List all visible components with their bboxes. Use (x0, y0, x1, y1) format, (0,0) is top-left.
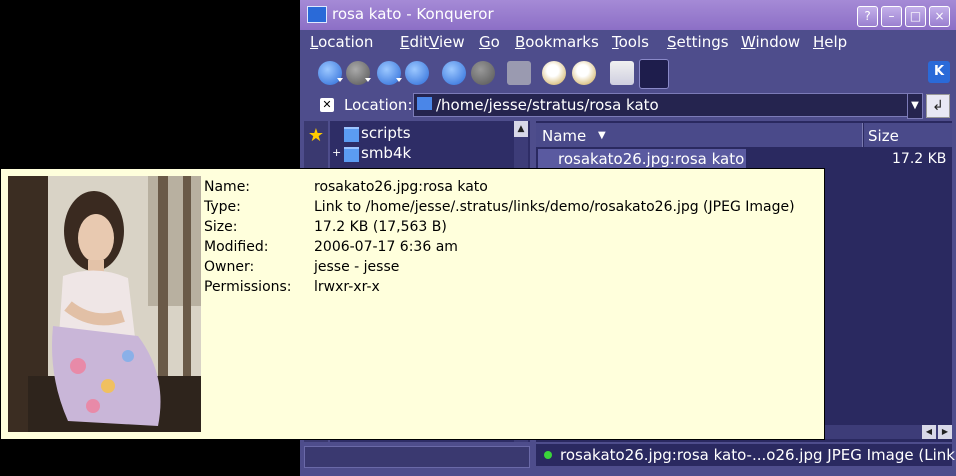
clear-location-icon[interactable]: ✕ (320, 98, 334, 112)
status-left-panel (304, 446, 530, 468)
up-dropdown-icon[interactable] (396, 78, 402, 82)
folder-icon (344, 127, 359, 142)
menu-settings[interactable]: Settings (667, 33, 729, 51)
tooltip-field-value: lrwxr-xr-x (314, 279, 380, 295)
bookmarks-star-icon[interactable]: ★ (306, 126, 326, 146)
menu-label-rest: iew (438, 33, 465, 51)
detail-view-icon[interactable] (639, 59, 669, 89)
menu-bookmarks[interactable]: Bookmarks (515, 33, 599, 51)
menu-label-rest: ools (618, 33, 649, 51)
menu-window[interactable]: Window (741, 33, 800, 51)
tooltip-field-value: jesse - jesse (314, 259, 400, 275)
menu-label-rest: indow (755, 33, 801, 51)
menu-accel: T (612, 33, 619, 51)
close-button[interactable]: × (929, 6, 950, 27)
menu-label-rest: ettings (676, 33, 729, 51)
window-title: rosa kato - Konqueror (332, 5, 494, 23)
sort-arrow-icon: ▼ (598, 130, 606, 141)
help-button[interactable]: ? (857, 6, 878, 27)
tooltip-field-label: Permissions: (204, 279, 292, 295)
menu-help[interactable]: Help (813, 33, 847, 51)
tree-item-label: smb4k (361, 144, 412, 162)
status-text: rosakato26.jpg:rosa kato-...o26.jpg JPEG… (560, 446, 956, 464)
home-icon[interactable] (405, 61, 429, 85)
scroll-left-icon[interactable]: ◀ (922, 425, 936, 439)
menu-label-rest: ookmarks (525, 33, 599, 51)
zoom-out-icon[interactable] (572, 61, 596, 85)
menu-location[interactable]: Location (310, 33, 373, 51)
back-dropdown-icon[interactable] (337, 78, 343, 82)
forward-dropdown-icon[interactable] (365, 78, 371, 82)
file-size: 17.2 KB (892, 151, 947, 167)
menu-accel: W (741, 33, 756, 51)
status-right-panel: rosakato26.jpg:rosa kato-...o26.jpg JPEG… (536, 444, 956, 466)
menu-accel: H (813, 33, 825, 51)
menu-accel: B (515, 33, 526, 51)
scroll-right-icon[interactable]: ▶ (938, 425, 952, 439)
column-header-name[interactable]: Name ▼ (536, 123, 863, 147)
menu-label-rest: dit (409, 33, 430, 51)
go-icon[interactable]: ↲ (926, 94, 950, 118)
status-bar: rosakato26.jpg:rosa kato-...o26.jpg JPEG… (300, 442, 956, 468)
tooltip-field-label: Modified: (204, 239, 269, 255)
zoom-in-icon[interactable] (542, 61, 566, 85)
stop-icon[interactable] (471, 61, 495, 85)
location-dropdown-icon[interactable]: ▼ (907, 93, 923, 119)
menu-accel: L (310, 33, 319, 51)
maximize-button[interactable]: □ (905, 6, 926, 27)
file-name: rosakato26.jpg:rosa kato (538, 149, 747, 169)
tree-item-label: scripts (361, 124, 411, 142)
print-icon[interactable] (507, 61, 531, 85)
tooltip-field-label: Type: (204, 199, 241, 215)
title-bar[interactable]: rosa kato - Konqueror ? – □ × (300, 0, 956, 30)
scroll-up-icon[interactable]: ▲ (514, 121, 528, 137)
location-bar: ✕ Location: /home/jesse/stratus/rosa kat… (300, 90, 956, 120)
file-tooltip: Name: rosakato26.jpg:rosa kato Type: Link t… (0, 168, 825, 440)
tooltip-field-label: Owner: (204, 259, 255, 275)
tooltip-field-value: 17.2 KB (17,563 B) (314, 219, 447, 235)
menu-accel: V (429, 33, 439, 51)
expand-icon[interactable]: + (332, 146, 341, 159)
column-name-label: Name (542, 127, 587, 145)
folder-icon (307, 6, 327, 23)
menu-edit[interactable]: Edit (400, 33, 429, 51)
menu-label-rest: elp (824, 33, 848, 51)
folder-icon (344, 147, 359, 162)
tooltip-field-value: 2006-07-17 6:36 am (314, 239, 458, 255)
image-thumbnail (8, 176, 201, 432)
tooltip-field-value: rosakato26.jpg:rosa kato (314, 179, 488, 195)
menu-view[interactable]: View (429, 33, 465, 51)
table-row[interactable]: rosakato26.jpg:rosa kato 17.2 KB (536, 149, 952, 169)
tooltip-field-value: Link to /home/jesse/.stratus/links/demo/… (314, 199, 795, 215)
tooltip-field-label: Name: (204, 179, 251, 195)
menu-go[interactable]: Go (479, 33, 500, 51)
menu-label-rest: ocation (318, 33, 374, 51)
icon-view-icon[interactable] (610, 61, 634, 85)
menu-accel: S (667, 33, 677, 51)
photo-preview (8, 176, 201, 432)
tooltip-field-label: Size: (204, 219, 238, 235)
reload-icon[interactable] (442, 61, 466, 85)
toolbar: K (300, 56, 956, 90)
menu-label-rest: o (490, 33, 500, 51)
folder-icon (417, 97, 432, 110)
menu-accel: G (479, 33, 491, 51)
column-size-label: Size (868, 127, 899, 145)
menu-bar: Location Edit View Go Bookmarks Tools Settings… (300, 30, 956, 56)
menu-tools[interactable]: Tools (612, 33, 649, 51)
minimize-button[interactable]: – (881, 6, 902, 27)
location-label: Location: (344, 96, 413, 114)
location-value: /home/jesse/stratus/rosa kato (436, 96, 659, 114)
kde-logo-icon: K (928, 61, 950, 83)
location-input[interactable]: /home/jesse/stratus/rosa kato (413, 93, 908, 117)
status-led-icon (544, 451, 552, 459)
column-header-size[interactable]: Size (864, 123, 952, 147)
